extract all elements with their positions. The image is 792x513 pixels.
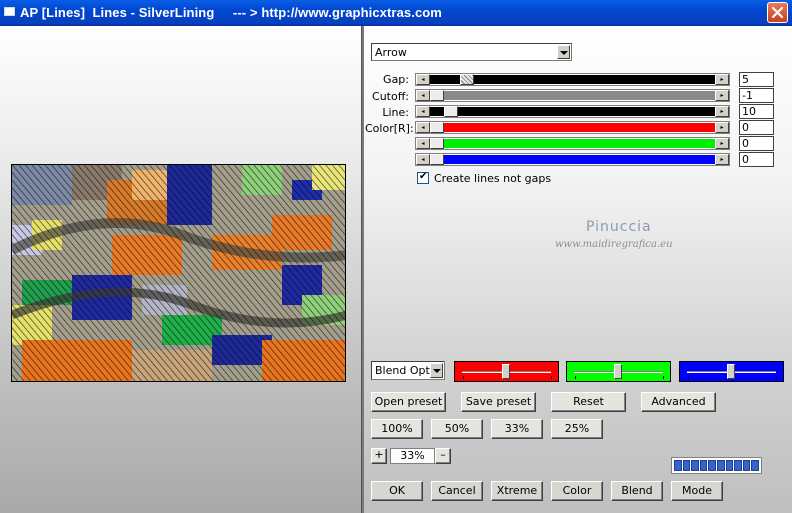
window-icon[interactable]: [4, 7, 15, 16]
green-thumb[interactable]: [430, 138, 444, 149]
green-blend-slider[interactable]: [566, 361, 671, 382]
zoom-level-field[interactable]: 33%: [390, 448, 435, 464]
scroll-right-icon[interactable]: ▸: [715, 154, 729, 165]
reset-button[interactable]: Reset: [551, 392, 626, 412]
preview-image[interactable]: [11, 164, 346, 382]
scroll-right-icon[interactable]: ▸: [715, 106, 729, 117]
progress-block: [725, 460, 734, 471]
progress-block: [742, 460, 751, 471]
zoom-in-button[interactable]: +: [371, 448, 387, 464]
red-value[interactable]: 0: [739, 120, 774, 135]
zoom-100-button[interactable]: 100%: [371, 419, 423, 439]
cutoff-slider[interactable]: ◂ ▸: [415, 89, 730, 102]
create-lines-label: Create lines not gaps: [434, 172, 552, 185]
tick-mark: [663, 376, 664, 379]
red-thumb[interactable]: [430, 122, 444, 133]
tick-mark: [551, 376, 552, 379]
slider-knob[interactable]: [727, 364, 735, 379]
progress-block: [716, 460, 725, 471]
slider-knob[interactable]: [614, 364, 622, 379]
close-icon: [771, 6, 784, 19]
mode-button[interactable]: Mode: [671, 481, 723, 501]
scroll-left-icon[interactable]: ◂: [416, 90, 430, 101]
blend-options-dropdown[interactable]: Blend Optio: [371, 361, 445, 380]
scroll-left-icon[interactable]: ◂: [416, 154, 430, 165]
create-lines-checkbox[interactable]: [417, 171, 429, 184]
blue-slider[interactable]: ◂ ▸: [415, 153, 730, 166]
zoom-out-button[interactable]: –: [435, 448, 451, 464]
preview-artwork: [12, 165, 345, 381]
green-slider[interactable]: ◂ ▸: [415, 137, 730, 150]
tick-mark: [463, 376, 464, 379]
color-r-label: Color[R]:: [365, 122, 414, 135]
scroll-left-icon[interactable]: ◂: [416, 138, 430, 149]
blue-track: [444, 155, 715, 164]
blue-blend-slider[interactable]: [679, 361, 784, 382]
zoom-50-button[interactable]: 50%: [431, 419, 483, 439]
tick-mark: [688, 376, 689, 379]
scroll-right-icon[interactable]: ▸: [715, 74, 729, 85]
scroll-right-icon[interactable]: ▸: [715, 138, 729, 149]
preset-dropdown[interactable]: Arrow: [371, 43, 572, 61]
blend-button[interactable]: Blend: [611, 481, 663, 501]
chevron-down-icon[interactable]: [557, 45, 570, 59]
green-value[interactable]: 0: [739, 136, 774, 151]
gap-thumb[interactable]: [460, 74, 474, 85]
progress-block: [734, 460, 742, 471]
watermark-name: Pinuccia: [586, 219, 652, 235]
progress-bar: [671, 457, 762, 474]
gap-slider[interactable]: ◂ ▸: [415, 73, 730, 86]
scroll-right-icon[interactable]: ▸: [715, 90, 729, 101]
cancel-button[interactable]: Cancel: [431, 481, 483, 501]
line-value[interactable]: 10: [739, 104, 774, 119]
blue-thumb[interactable]: [430, 154, 444, 165]
line-thumb[interactable]: [444, 106, 458, 117]
cutoff-thumb[interactable]: [430, 90, 444, 101]
line-track: [430, 107, 715, 116]
close-button[interactable]: [767, 2, 788, 23]
color-button[interactable]: Color: [551, 481, 603, 501]
red-slider[interactable]: ◂ ▸: [415, 121, 730, 134]
cutoff-track: [444, 91, 715, 100]
watermark-url: www.maidiregrafica.eu: [555, 239, 673, 250]
title-bar: AP [Lines] Lines - SilverLining --- > ht…: [0, 0, 792, 26]
scroll-right-icon[interactable]: ▸: [715, 122, 729, 133]
scroll-left-icon[interactable]: ◂: [416, 122, 430, 133]
green-track: [444, 139, 715, 148]
advanced-button[interactable]: Advanced: [641, 392, 716, 412]
zoom-25-button[interactable]: 25%: [551, 419, 603, 439]
line-label: Line:: [382, 106, 409, 119]
tick-mark: [575, 376, 576, 379]
ok-button[interactable]: OK: [371, 481, 423, 501]
zoom-33-button[interactable]: 33%: [491, 419, 543, 439]
progress-block: [699, 460, 708, 471]
blue-value[interactable]: 0: [739, 152, 774, 167]
window-title: AP [Lines] Lines - SilverLining --- > ht…: [20, 5, 442, 20]
slider-knob[interactable]: [502, 364, 510, 379]
cutoff-label: Cutoff:: [372, 90, 409, 103]
red-track: [444, 123, 715, 132]
scroll-left-icon[interactable]: ◂: [416, 106, 430, 117]
cutoff-value[interactable]: -1: [739, 88, 774, 103]
open-preset-button[interactable]: Open preset: [371, 392, 446, 412]
gap-value[interactable]: 5: [739, 72, 774, 87]
progress-block: [682, 460, 691, 471]
xtreme-button[interactable]: Xtreme: [491, 481, 543, 501]
red-blend-slider[interactable]: [454, 361, 559, 382]
progress-block: [751, 460, 759, 471]
scroll-left-icon[interactable]: ◂: [416, 74, 430, 85]
progress-block: [691, 460, 699, 471]
save-preset-button[interactable]: Save preset: [461, 392, 536, 412]
tick-mark: [776, 376, 777, 379]
progress-block: [674, 460, 682, 471]
preset-value: Arrow: [375, 46, 407, 59]
line-slider[interactable]: ◂ ▸: [415, 105, 730, 118]
chevron-down-icon[interactable]: [430, 363, 443, 378]
gap-label: Gap:: [383, 73, 409, 86]
progress-block: [708, 460, 716, 471]
